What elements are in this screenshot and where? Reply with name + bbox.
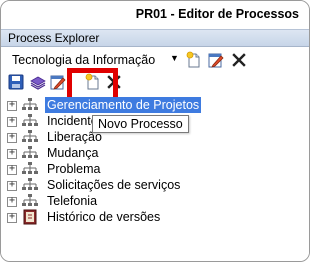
save-icon[interactable] <box>7 73 25 91</box>
tree-item[interactable]: + Histórico de versões <box>7 209 247 225</box>
tree-item-label[interactable]: Histórico de versões <box>45 209 162 225</box>
tree-item-label[interactable]: Solicitações de serviços <box>45 177 182 193</box>
expand-icon[interactable]: + <box>7 147 17 159</box>
new-category-icon[interactable] <box>185 51 203 69</box>
expand-icon[interactable]: + <box>7 115 17 127</box>
expand-icon[interactable]: + <box>7 211 17 223</box>
expand-icon[interactable]: + <box>7 99 17 111</box>
tree-item-label[interactable]: Telefonia <box>45 193 99 209</box>
dropdown-arrow-icon[interactable]: ▼ <box>170 53 179 63</box>
tree-item-label[interactable]: Mudança <box>45 145 100 161</box>
process-tree-icon <box>22 130 38 142</box>
panel-header: Process Explorer <box>1 29 309 47</box>
process-tree-icon <box>22 178 38 190</box>
category-row: Tecnologia da Informação ▼ <box>7 51 303 71</box>
expand-icon[interactable]: + <box>7 163 17 175</box>
process-tree-icon <box>22 162 38 174</box>
explorer-toolbar <box>7 68 303 103</box>
tree-item[interactable]: + Gerenciamento de Projetos <box>7 97 247 113</box>
expand-icon[interactable]: + <box>7 195 17 207</box>
window-title: PR01 - Editor de Processos <box>135 7 299 21</box>
panel-title: Process Explorer <box>8 31 100 45</box>
delete-category-icon[interactable] <box>230 51 248 69</box>
new-process-tooltip: Novo Processo <box>92 115 189 133</box>
category-select-value: Tecnologia da Informação <box>12 53 156 67</box>
tree-item[interactable]: + Telefonia <box>7 193 247 209</box>
tree-item-label[interactable]: Problema <box>45 161 103 177</box>
tree-item[interactable]: + Mudança <box>7 145 247 161</box>
expand-icon[interactable]: + <box>7 179 17 191</box>
edit-category-icon[interactable] <box>207 51 225 69</box>
process-tree-icon <box>22 146 38 158</box>
expand-icon[interactable]: + <box>7 131 17 143</box>
edit-icon[interactable] <box>49 73 67 91</box>
publish-icon[interactable] <box>29 73 47 91</box>
editor-window: PR01 - Editor de Processos Process Explo… <box>0 0 310 262</box>
tree-item[interactable]: + Problema <box>7 161 247 177</box>
category-select[interactable]: Tecnologia da Informação ▼ <box>7 51 181 69</box>
process-tree-icon <box>22 194 38 206</box>
history-book-icon <box>23 209 37 225</box>
tree-item-label[interactable]: Gerenciamento de Projetos <box>45 97 202 113</box>
process-tree-icon <box>22 98 38 110</box>
process-explorer-panel: Tecnologia da Informação ▼ + Gerenciamen… <box>1 47 309 261</box>
tree-item[interactable]: + Solicitações de serviços <box>7 177 247 193</box>
process-tree-icon <box>22 114 38 126</box>
title-bar: PR01 - Editor de Processos <box>1 1 309 29</box>
